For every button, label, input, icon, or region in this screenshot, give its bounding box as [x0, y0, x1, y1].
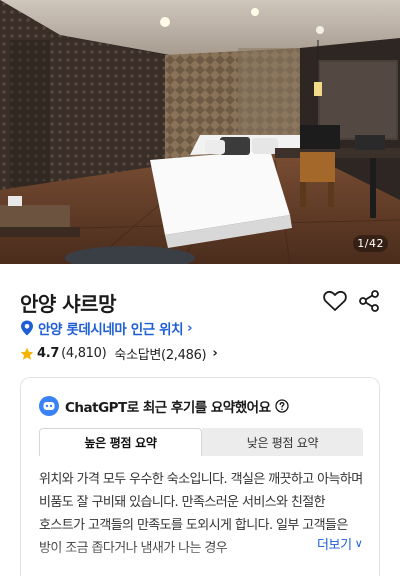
rating-score: 4.7	[37, 346, 60, 361]
tab-low-rating-summary[interactable]: 낮은 평점 요약	[202, 428, 363, 456]
host-answer-count: 숙소답변(2,486)	[114, 348, 207, 363]
heart-outline-icon[interactable]	[322, 289, 348, 313]
summary-card-header: ChatGPT로 최근 후기를 요약했어요	[39, 396, 289, 416]
help-circle-icon[interactable]	[274, 399, 289, 413]
photo-counter: 1/42	[353, 235, 388, 252]
location-pin-icon	[21, 320, 33, 336]
summary-card-title: ChatGPT로 최근 후기를 요약했어요	[65, 400, 271, 416]
chevron-down-icon: ∨	[354, 537, 363, 550]
hotel-name: 안양 샤르망	[20, 292, 116, 316]
location-label: 안양 롯데시네마 인근 위치	[38, 322, 184, 338]
more-label: 더보기	[317, 538, 352, 553]
summary-tabs: 높은 평점 요약 낮은 평점 요약	[39, 428, 363, 456]
chevron-right-icon: ›	[212, 346, 218, 361]
chatbot-icon	[39, 396, 59, 416]
share-icon[interactable]	[358, 289, 380, 313]
review-summary-card: ChatGPT로 최근 후기를 요약했어요 높은 평점 요약 낮은 평점 요약 …	[20, 377, 380, 576]
more-button[interactable]: 더보기 ∨	[311, 534, 363, 553]
room-photo-illustration	[0, 0, 400, 264]
tab-high-rating-summary[interactable]: 높은 평점 요약	[39, 428, 202, 456]
star-icon	[20, 347, 34, 360]
hotel-photo[interactable]: 1/42	[0, 0, 400, 264]
review-count: (4,810)	[61, 346, 107, 361]
rating-row[interactable]: 4.7 (4,810) 숙소답변(2,486) ›	[20, 344, 218, 363]
chevron-right-icon: ›	[187, 320, 193, 336]
location-link[interactable]: 안양 롯데시네마 인근 위치 ›	[20, 318, 192, 338]
